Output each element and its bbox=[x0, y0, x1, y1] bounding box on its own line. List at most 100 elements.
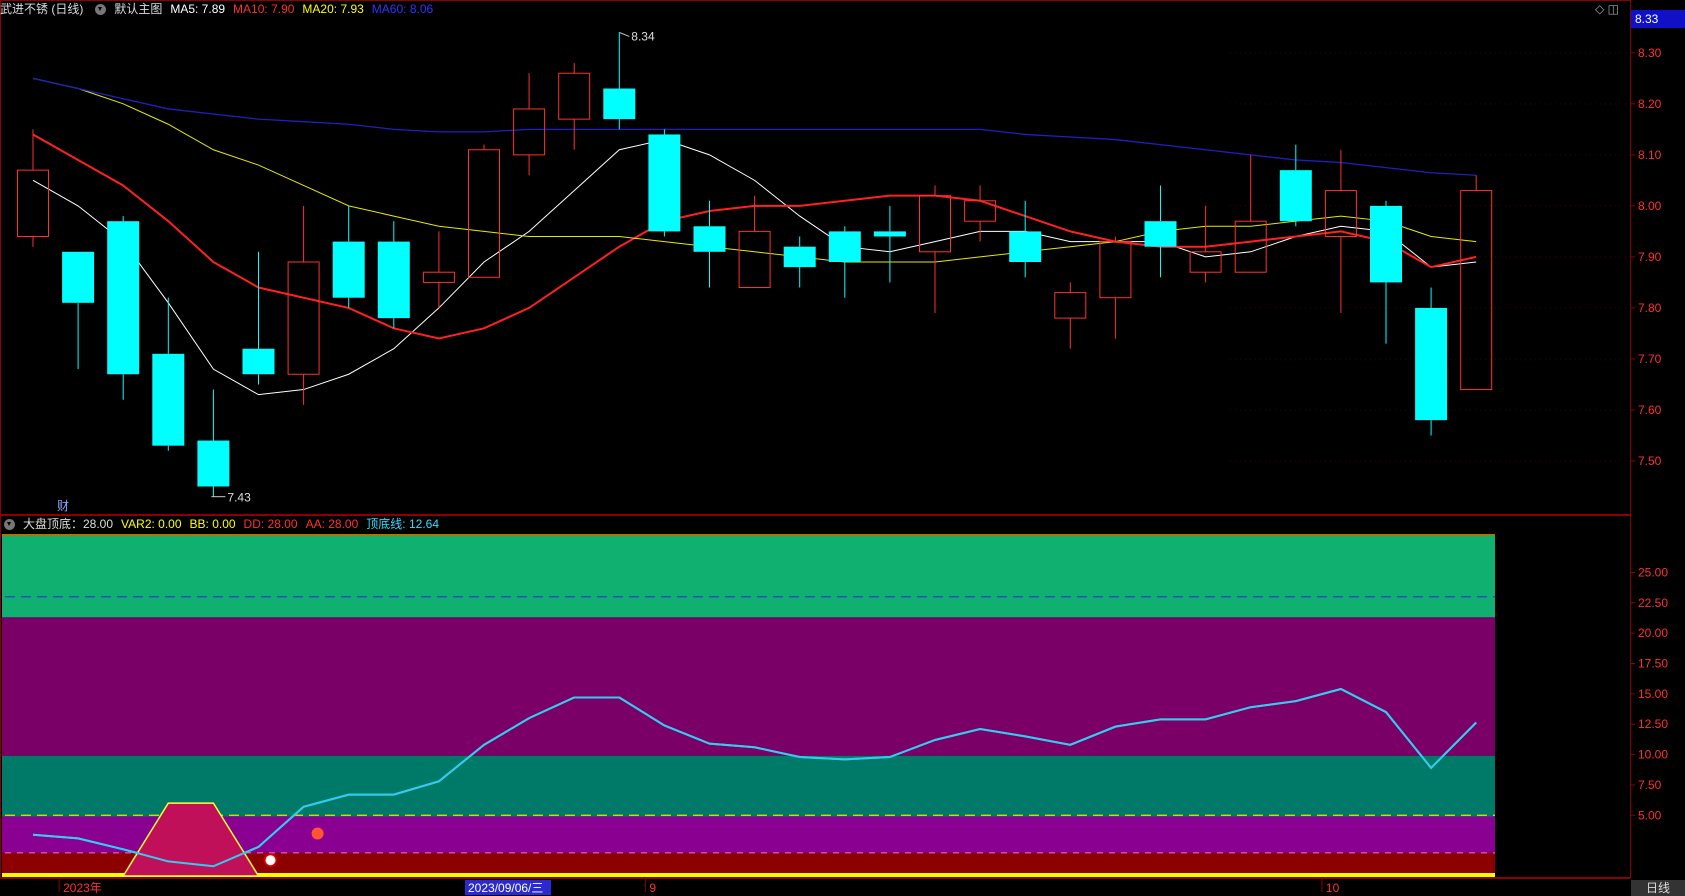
legend-1: BB: 0.00 bbox=[189, 517, 236, 531]
band-0 bbox=[2, 536, 1495, 618]
candle-body bbox=[693, 226, 726, 252]
indicator-name[interactable]: 大盘顶底：28.00 bbox=[23, 515, 113, 533]
high-annotation: 8.34 bbox=[631, 29, 655, 43]
candle bbox=[873, 205, 906, 283]
candle-body bbox=[603, 88, 636, 120]
high-marker bbox=[619, 31, 630, 37]
candle bbox=[152, 297, 185, 451]
stock-title[interactable]: 武进不锈 (日线) bbox=[0, 0, 83, 18]
candle bbox=[1279, 144, 1312, 227]
legend-0: VAR2: 0.00 bbox=[121, 517, 182, 531]
legend-2: DD: 28.00 bbox=[243, 517, 298, 531]
legend-3: MA60: 8.06 bbox=[371, 2, 434, 16]
candle bbox=[1415, 287, 1448, 436]
candle bbox=[468, 144, 500, 278]
selected-date-label: 2023/09/06/三 bbox=[468, 881, 543, 895]
candle-body bbox=[468, 149, 500, 278]
candle-body bbox=[62, 251, 95, 303]
candle-body bbox=[1054, 292, 1087, 319]
y-tick-label: 8.00 bbox=[1638, 199, 1662, 213]
candle-body bbox=[1370, 205, 1402, 283]
y-tick-label: 7.80 bbox=[1638, 301, 1662, 315]
candle bbox=[197, 389, 230, 497]
candle bbox=[1054, 282, 1087, 349]
y-tick-label: 8.30 bbox=[1638, 46, 1662, 60]
ma-legend: MA5: 7.89 MA10: 7.90 MA20: 7.93 MA60: 8.06 bbox=[170, 0, 441, 18]
candle bbox=[1460, 175, 1493, 391]
chart-name[interactable]: 默认主图 bbox=[114, 0, 162, 18]
candle bbox=[964, 185, 997, 242]
candle-body bbox=[783, 246, 816, 268]
candle-body bbox=[1234, 220, 1267, 273]
candle bbox=[1099, 236, 1132, 339]
ma-line-ma20 bbox=[32, 77, 1477, 263]
candle-body bbox=[332, 241, 365, 298]
candle-body bbox=[152, 353, 185, 446]
y-tick-label: 7.50 bbox=[1638, 454, 1662, 468]
candle-body bbox=[17, 169, 49, 237]
moving-average-lines bbox=[32, 77, 1477, 396]
candle-body bbox=[828, 231, 861, 262]
candle bbox=[648, 129, 681, 237]
band-1 bbox=[2, 617, 1495, 756]
candle bbox=[603, 32, 636, 130]
candle bbox=[738, 195, 771, 289]
candle bbox=[513, 73, 546, 176]
candle bbox=[107, 216, 140, 400]
legend-2: MA20: 7.93 bbox=[302, 2, 364, 16]
y-tick-label: 5.00 bbox=[1638, 808, 1662, 822]
candle-body bbox=[1099, 241, 1132, 299]
y-tick-label: 17.50 bbox=[1638, 657, 1668, 671]
sub-chart-header: 大盘顶底：28.00 VAR2: 0.00 BB: 0.00 DD: 28.00 AA… bbox=[0, 515, 451, 533]
current-price-tag: 8.33 bbox=[1631, 10, 1685, 28]
finance-label: 财 bbox=[57, 499, 69, 513]
x-tick-label: 9 bbox=[649, 881, 656, 895]
ma-line-ma10 bbox=[32, 133, 1477, 340]
candle bbox=[242, 251, 275, 385]
candle bbox=[377, 221, 410, 329]
ma-line-ma60 bbox=[32, 77, 1477, 176]
candle-body bbox=[1460, 190, 1493, 391]
candle-body bbox=[738, 230, 771, 289]
legend-1: MA10: 7.90 bbox=[233, 2, 295, 16]
candle bbox=[1370, 200, 1402, 344]
y-tick-label: 25.00 bbox=[1638, 565, 1668, 579]
period-label[interactable]: 日线 bbox=[1631, 880, 1685, 896]
y-tick-label: 12.50 bbox=[1638, 717, 1668, 731]
candle-body bbox=[1189, 251, 1222, 273]
candle-body bbox=[1144, 221, 1177, 247]
y-tick-label: 8.20 bbox=[1638, 97, 1662, 111]
y-tick-label: 22.50 bbox=[1638, 596, 1668, 610]
candle bbox=[919, 185, 951, 314]
indicator-legend: VAR2: 0.00 BB: 0.00 DD: 28.00 AA: 28.00 顶底线:… bbox=[121, 515, 447, 533]
y-tick-label: 7.70 bbox=[1638, 352, 1662, 366]
candle bbox=[558, 63, 591, 150]
y-tick-label: 8.10 bbox=[1638, 148, 1662, 162]
candle-body bbox=[1324, 190, 1357, 237]
dropdown-circle-icon[interactable] bbox=[4, 518, 15, 530]
candle-body bbox=[648, 134, 681, 232]
candle-body bbox=[1279, 170, 1312, 222]
candle bbox=[332, 205, 365, 308]
window-icons[interactable]: ◇ ◫ bbox=[1595, 2, 1619, 16]
x-tick-label: 10 bbox=[1326, 881, 1340, 895]
candle-body bbox=[422, 271, 455, 283]
candle bbox=[62, 251, 95, 370]
candle bbox=[828, 226, 861, 298]
candle-body bbox=[197, 440, 230, 487]
low-annotation: 7.43 bbox=[227, 491, 251, 505]
stock-chart[interactable]: 8.30 8.20 8.10 8.00 7.90 7.80 7.70 7.60 7.50 25.0… bbox=[0, 0, 1685, 896]
candle-body bbox=[873, 231, 906, 237]
candle bbox=[287, 205, 320, 405]
dropdown-circle-icon[interactable] bbox=[95, 3, 107, 15]
candle-body bbox=[107, 221, 140, 375]
candle bbox=[1189, 205, 1222, 283]
legend-4: 顶底线: 12.64 bbox=[366, 517, 439, 531]
candle bbox=[1144, 185, 1177, 278]
y-tick-label: 7.60 bbox=[1638, 403, 1662, 417]
candle-body bbox=[287, 261, 320, 375]
y-tick-label: 15.00 bbox=[1638, 687, 1668, 701]
candle bbox=[17, 129, 49, 247]
band-2 bbox=[2, 755, 1495, 817]
candle-body bbox=[513, 108, 546, 156]
